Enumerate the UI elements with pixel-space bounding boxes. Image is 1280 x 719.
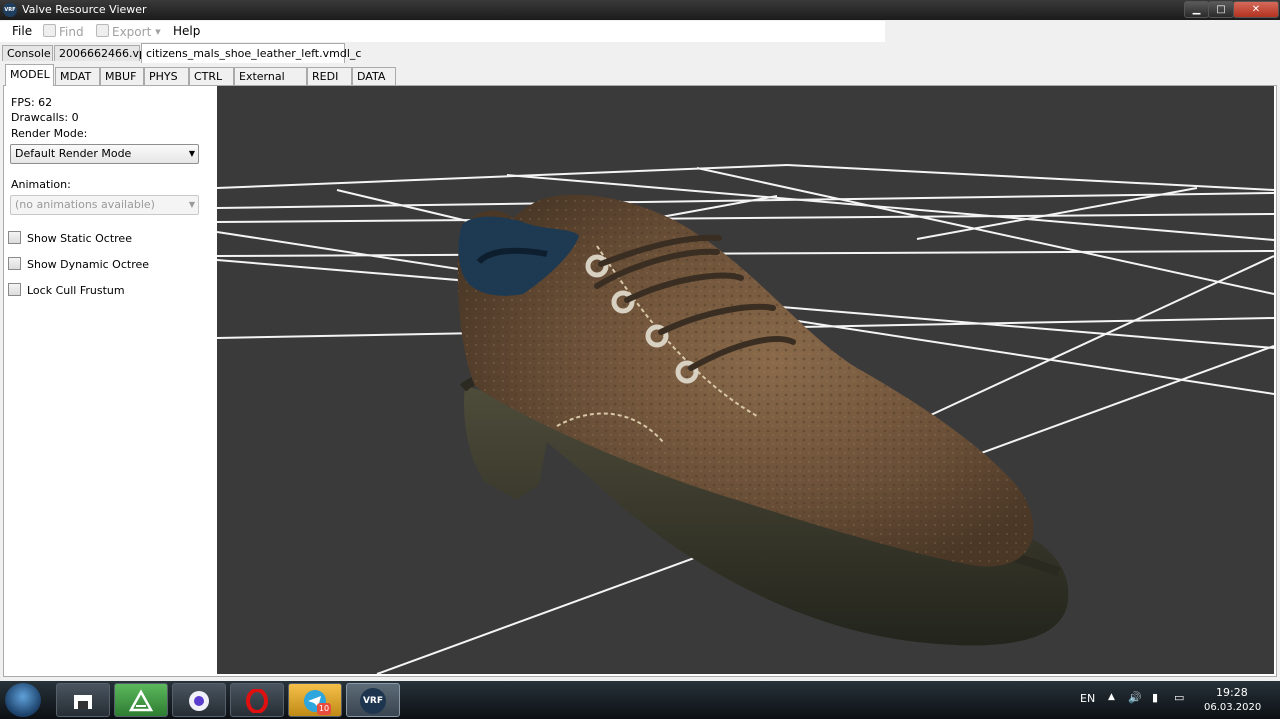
telegram-unread-badge: 10 <box>317 703 331 715</box>
cull-frustum-checkbox[interactable] <box>8 283 21 296</box>
clock-date[interactable]: 06.03.2020 <box>1204 702 1261 713</box>
menu-find-label: Find <box>59 25 84 39</box>
network-icon[interactable]: ▭ <box>1174 691 1184 704</box>
start-button[interactable] <box>5 683 41 717</box>
dynamic-octree-checkbox[interactable] <box>8 257 21 270</box>
firefox-icon <box>189 691 209 711</box>
app-window: VRF Valve Resource Viewer ▁ □ ✕ File Fin… <box>0 0 1280 681</box>
menu-help[interactable]: Help <box>173 24 200 38</box>
taskbar: 10 VRF EN ▲ 🔊 ▮ ▭ 19:28 06.03.2020 <box>0 681 1280 719</box>
tab-phys[interactable]: PHYS <box>144 67 189 86</box>
taskbar-vrf[interactable]: VRF <box>346 683 400 717</box>
fps-readout: FPS: 62 <box>11 96 53 109</box>
scene-render <box>217 164 1274 674</box>
tab-mbuf[interactable]: MBUF <box>100 67 144 86</box>
power-icon[interactable]: ▮ <box>1152 691 1158 704</box>
animation-value: (no animations available) <box>15 198 155 211</box>
tab-redi[interactable]: REDI <box>307 67 352 86</box>
android-studio-icon <box>129 689 153 712</box>
taskbar-firefox[interactable] <box>172 683 226 717</box>
static-octree-checkbox[interactable] <box>8 231 21 244</box>
system-tray: EN ▲ 🔊 ▮ ▭ 19:28 06.03.2020 <box>1070 681 1280 719</box>
tab-mdat[interactable]: MDAT <box>55 67 100 86</box>
file-explorer-icon <box>74 695 92 709</box>
maximize-button[interactable]: □ <box>1208 1 1234 18</box>
show-hidden-icons-icon[interactable]: ▲ <box>1108 692 1115 702</box>
drawcalls-readout: Drawcalls: 0 <box>11 111 79 124</box>
menu-file[interactable]: File <box>12 24 32 38</box>
animation-select[interactable]: (no animations available) ▼ <box>10 195 199 215</box>
cull-frustum-option[interactable]: Lock Cull Frustum <box>8 283 125 297</box>
window-title: Valve Resource Viewer <box>22 3 147 16</box>
title-bar: VRF Valve Resource Viewer ▁ □ ✕ <box>0 0 1280 20</box>
menu-bar: File Find Export ▼ Help <box>0 21 885 42</box>
tab-vpk[interactable]: 2006662466.vpk <box>54 45 152 61</box>
animation-label: Animation: <box>11 178 71 191</box>
magnifier-icon <box>43 24 56 37</box>
app-icon: VRF <box>3 3 17 17</box>
dynamic-octree-option[interactable]: Show Dynamic Octree <box>8 257 149 271</box>
tab-model[interactable]: MODEL <box>5 64 54 86</box>
render-mode-value: Default Render Mode <box>15 147 132 160</box>
taskbar-telegram[interactable]: 10 <box>288 683 342 717</box>
taskbar-opera[interactable] <box>230 683 284 717</box>
close-button[interactable]: ✕ <box>1233 1 1279 18</box>
file-tab-strip: Console 2006662466.vpk citizens_mals_sho… <box>0 42 1280 63</box>
chevron-down-icon: ▼ <box>188 200 195 209</box>
cull-frustum-label: Lock Cull Frustum <box>27 284 125 297</box>
render-mode-select[interactable]: Default Render Mode ▼ <box>10 144 199 164</box>
dynamic-octree-label: Show Dynamic Octree <box>27 258 150 271</box>
chevron-down-icon: ▼ <box>155 28 161 36</box>
tab-external-refs[interactable]: External Refs <box>234 67 307 101</box>
taskbar-android-studio[interactable] <box>114 683 168 717</box>
volume-icon[interactable]: 🔊 <box>1128 691 1142 704</box>
vrf-icon: VRF <box>360 688 386 714</box>
tab-console[interactable]: Console <box>2 45 53 61</box>
tab-ctrl[interactable]: CTRL <box>189 67 234 86</box>
chevron-down-icon: ▼ <box>188 149 195 158</box>
tab-data[interactable]: DATA <box>352 67 396 86</box>
model-sidebar: FPS: 62 Drawcalls: 0 Render Mode: Defaul… <box>4 86 215 676</box>
minimize-button[interactable]: ▁ <box>1184 1 1209 18</box>
taskbar-file-explorer[interactable] <box>56 683 110 717</box>
static-octree-option[interactable]: Show Static Octree <box>8 231 132 245</box>
render-mode-label: Render Mode: <box>11 127 88 140</box>
shoe-model <box>457 194 1069 646</box>
tab-model-file[interactable]: citizens_mals_shoe_leather_left.vmdl_c <box>141 43 361 63</box>
menu-find[interactable]: Find <box>43 24 84 39</box>
static-octree-label: Show Static Octree <box>27 232 132 245</box>
3d-viewport[interactable] <box>217 86 1274 674</box>
export-icon <box>96 24 109 37</box>
opera-icon <box>246 689 268 713</box>
language-indicator[interactable]: EN <box>1080 692 1095 705</box>
menu-export[interactable]: Export ▼ <box>96 24 161 39</box>
menu-export-label: Export <box>112 25 152 39</box>
view-tab-strip: MODEL MDAT MBUF PHYS CTRL External Refs … <box>0 63 1280 101</box>
clock-time[interactable]: 19:28 <box>1216 686 1248 699</box>
